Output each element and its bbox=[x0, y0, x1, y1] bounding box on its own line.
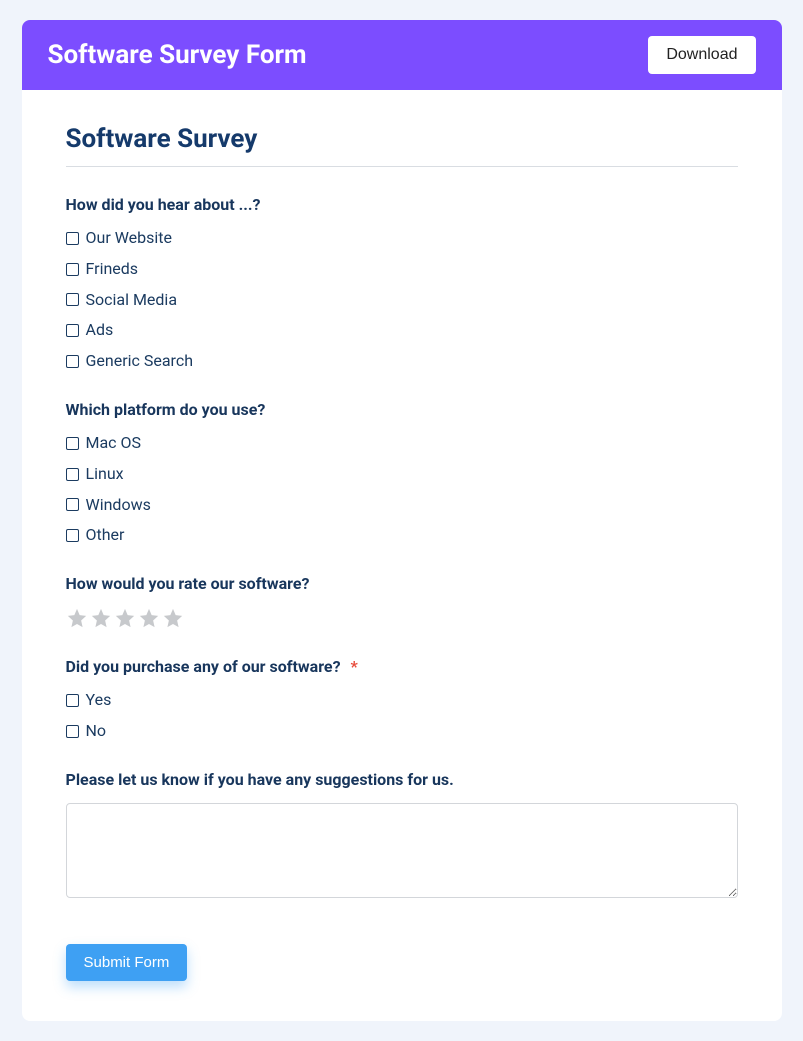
checkbox-ads[interactable] bbox=[66, 324, 79, 337]
option-label: Our Website bbox=[86, 228, 173, 249]
suggestions-textarea[interactable] bbox=[66, 803, 738, 898]
question-hear-about: How did you hear about ...? Our Website … bbox=[66, 195, 738, 372]
star-icon[interactable] bbox=[114, 607, 136, 629]
option-row: Our Website bbox=[66, 228, 738, 249]
submit-button[interactable]: Submit Form bbox=[66, 944, 188, 981]
question-purchase: Did you purchase any of our software? * … bbox=[66, 657, 738, 742]
option-row: Other bbox=[66, 525, 738, 546]
option-label: Ads bbox=[86, 320, 114, 341]
option-label: Generic Search bbox=[86, 351, 194, 372]
question-platform: Which platform do you use? Mac OS Linux … bbox=[66, 400, 738, 546]
star-icon[interactable] bbox=[138, 607, 160, 629]
checkbox-our-website[interactable] bbox=[66, 232, 79, 245]
checkbox-linux[interactable] bbox=[66, 468, 79, 481]
star-rating bbox=[66, 607, 738, 629]
question-label-text: Did you purchase any of our software? bbox=[66, 657, 341, 676]
option-row: Windows bbox=[66, 495, 738, 516]
checkbox-social-media[interactable] bbox=[66, 293, 79, 306]
star-icon[interactable] bbox=[162, 607, 184, 629]
option-label: Windows bbox=[86, 495, 151, 516]
checkbox-generic-search[interactable] bbox=[66, 355, 79, 368]
question-label: Which platform do you use? bbox=[66, 400, 738, 419]
checkbox-macos[interactable] bbox=[66, 437, 79, 450]
star-icon[interactable] bbox=[90, 607, 112, 629]
option-label: Social Media bbox=[86, 290, 178, 311]
option-label: Yes bbox=[86, 690, 112, 711]
checkbox-no[interactable] bbox=[66, 725, 79, 738]
option-row: Linux bbox=[66, 464, 738, 485]
option-label: Frineds bbox=[86, 259, 139, 280]
option-row: No bbox=[66, 721, 738, 742]
checkbox-other[interactable] bbox=[66, 529, 79, 542]
star-icon[interactable] bbox=[66, 607, 88, 629]
header-bar: Software Survey Form Download bbox=[22, 20, 782, 90]
question-label: How did you hear about ...? bbox=[66, 195, 738, 214]
checkbox-friends[interactable] bbox=[66, 263, 79, 276]
download-button[interactable]: Download bbox=[648, 36, 755, 74]
question-label: How would you rate our software? bbox=[66, 574, 738, 593]
question-label: Please let us know if you have any sugge… bbox=[66, 770, 738, 789]
form-body: Software Survey How did you hear about .… bbox=[22, 90, 782, 1021]
option-row: Generic Search bbox=[66, 351, 738, 372]
option-label: Other bbox=[86, 525, 125, 546]
option-row: Ads bbox=[66, 320, 738, 341]
required-mark: * bbox=[351, 657, 358, 676]
option-label: Mac OS bbox=[86, 433, 142, 454]
option-row: Social Media bbox=[66, 290, 738, 311]
question-label: Did you purchase any of our software? * bbox=[66, 657, 738, 676]
option-label: No bbox=[86, 721, 107, 742]
option-row: Frineds bbox=[66, 259, 738, 280]
question-rating: How would you rate our software? bbox=[66, 574, 738, 629]
question-suggestions: Please let us know if you have any sugge… bbox=[66, 770, 738, 902]
checkbox-yes[interactable] bbox=[66, 694, 79, 707]
option-row: Yes bbox=[66, 690, 738, 711]
checkbox-windows[interactable] bbox=[66, 498, 79, 511]
survey-form-container: Software Survey Form Download Software S… bbox=[22, 20, 782, 1021]
form-title: Software Survey bbox=[66, 124, 738, 167]
option-label: Linux bbox=[86, 464, 124, 485]
option-row: Mac OS bbox=[66, 433, 738, 454]
header-title: Software Survey Form bbox=[48, 40, 307, 70]
